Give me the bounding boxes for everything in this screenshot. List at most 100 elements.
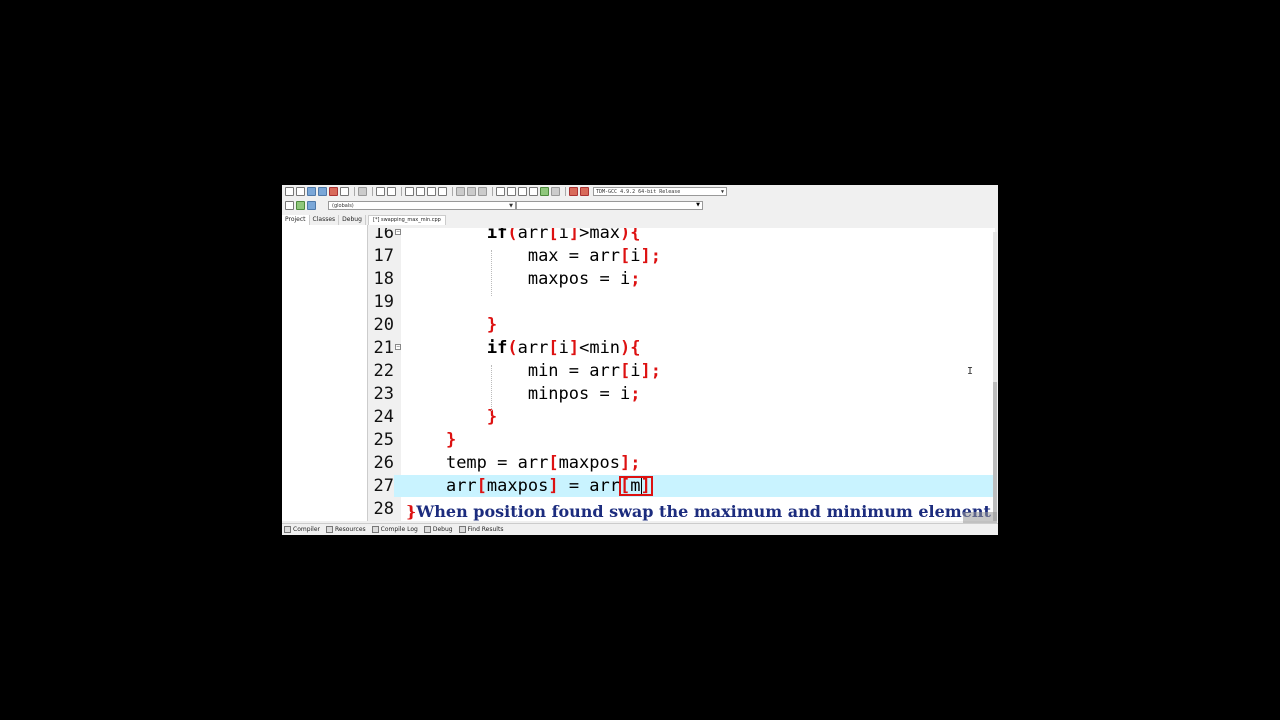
code-identifier: max = arr (527, 246, 620, 266)
run-icon[interactable] (507, 187, 516, 196)
toolbar-divider (492, 187, 493, 196)
scope-select-value: (globals) (332, 203, 354, 209)
code-symbol: ; (630, 269, 641, 289)
code-symbol: ] (568, 228, 580, 243)
bookmark-icon[interactable] (478, 187, 487, 196)
stop-execution-icon[interactable] (551, 187, 560, 196)
toggle-bookmark-icon[interactable] (296, 201, 305, 210)
compiler-select[interactable]: TDM-GCC 4.9.2 64-bit Release ▼ (593, 187, 727, 196)
syntax-check-icon[interactable] (540, 187, 549, 196)
compile-log-icon (371, 526, 379, 533)
tab-project[interactable]: Project (282, 215, 310, 225)
code-line[interactable]: 25 } (368, 429, 995, 451)
tab-find-results-label: Find Results (467, 526, 504, 533)
toolbar-divider (565, 187, 566, 196)
fold-toggle-icon[interactable]: − (395, 229, 401, 235)
code-identifier: >max (579, 228, 621, 243)
editor-file-tab[interactable]: [*] swapping_max_min.cpp (368, 215, 446, 225)
code-text: if(arr[i]<min){ (405, 337, 641, 359)
code-line[interactable]: 26 temp = arr[maxpos]; (368, 452, 995, 474)
code-symbol: [ (548, 453, 559, 473)
replace-icon[interactable] (416, 187, 425, 196)
save-all-icon[interactable] (318, 187, 327, 196)
compile-run-icon[interactable] (518, 187, 527, 196)
vertical-scrollbar[interactable] (993, 232, 997, 521)
member-select[interactable]: ▼ (516, 201, 703, 210)
undo-icon[interactable] (376, 187, 385, 196)
code-line[interactable]: 16− if(arr[i]>max){ (368, 228, 995, 244)
side-panel-tabs: Project Classes Debug (282, 215, 366, 225)
tab-find-results[interactable]: Find Results (458, 526, 504, 533)
save-icon[interactable] (307, 187, 316, 196)
rebuild-all-icon[interactable] (529, 187, 538, 196)
code-identifier: minpos = i (527, 384, 631, 404)
fold-toggle-icon[interactable]: − (395, 344, 401, 350)
code-identifier: temp = arr (445, 453, 549, 473)
scope-select[interactable]: (globals) ▼ (328, 201, 516, 210)
compile-icon[interactable] (496, 187, 505, 196)
open-file-icon[interactable] (296, 187, 305, 196)
code-symbol: [ (619, 246, 631, 266)
code-keyword: if (486, 338, 508, 358)
line-number: 16 (373, 228, 394, 243)
line-number: 23 (373, 384, 394, 404)
current-code-line[interactable]: 27 arr[maxpos] = arr[m] (368, 475, 995, 497)
forward-icon[interactable] (467, 187, 476, 196)
code-symbol: ] (568, 338, 580, 358)
resources-icon (326, 526, 334, 533)
goto-bookmark-icon[interactable] (307, 201, 316, 210)
code-symbol: ){ (620, 228, 641, 243)
new-file-icon[interactable] (285, 187, 294, 196)
goto-line-icon[interactable] (438, 187, 447, 196)
code-editor[interactable]: 16− if(arr[i]>max){17 max = arr[i]; 18 ma… (368, 228, 995, 521)
code-line[interactable]: 19 (368, 291, 995, 313)
bottom-panel-tabs: Compiler Resources Compile Log Debug Fin… (282, 523, 998, 535)
tab-debug[interactable]: Debug (339, 215, 366, 225)
debug-icon[interactable] (580, 187, 589, 196)
redo-icon[interactable] (387, 187, 396, 196)
code-text: max = arr[i]; (405, 245, 661, 267)
code-symbol: ){ (620, 338, 641, 358)
code-symbol: ] (548, 476, 559, 496)
tab-compile-log[interactable]: Compile Log (371, 526, 418, 533)
print-icon[interactable] (358, 187, 367, 196)
find-results-icon (458, 526, 466, 533)
code-symbol: [ (476, 476, 487, 496)
project-browser[interactable] (282, 225, 368, 521)
find-icon[interactable] (405, 187, 414, 196)
insert-icon[interactable] (285, 201, 294, 210)
secondary-toolbar: (globals) ▼ ▼ (282, 199, 998, 212)
code-line[interactable]: 23 minpos = i; (368, 383, 995, 405)
close-all-icon[interactable] (340, 187, 349, 196)
code-identifier: min = arr (527, 361, 620, 381)
line-number: 17 (373, 246, 394, 266)
code-identifier: <min (579, 338, 621, 358)
code-line[interactable]: 17 max = arr[i]; (368, 245, 995, 267)
code-line[interactable]: 20 } (368, 314, 995, 336)
code-symbol: ]; (640, 246, 661, 266)
code-text: } (405, 314, 497, 336)
tab-resources[interactable]: Resources (326, 526, 366, 533)
code-symbol: } (486, 315, 498, 335)
code-line[interactable]: 21− if(arr[i]<min){ (368, 337, 995, 359)
code-text: } (405, 429, 456, 451)
video-caption: }When position found swap the maximum an… (406, 502, 991, 522)
tab-compile-log-label: Compile Log (380, 526, 418, 533)
line-number: 26 (373, 453, 394, 473)
line-number: 28 (373, 499, 394, 519)
profile-icon[interactable] (569, 187, 578, 196)
code-identifier: maxpos (486, 476, 549, 496)
back-icon[interactable] (456, 187, 465, 196)
code-identifier: i (630, 246, 641, 266)
tab-debug-output[interactable]: Debug (423, 526, 453, 533)
scrollbar-thumb[interactable] (993, 382, 997, 521)
tab-compiler[interactable]: Compiler (284, 526, 320, 533)
tab-classes[interactable]: Classes (309, 215, 340, 225)
close-file-icon[interactable] (329, 187, 338, 196)
code-line[interactable]: 22 min = arr[i]; (368, 360, 995, 382)
code-symbol: [ (619, 361, 631, 381)
code-line[interactable]: 18 maxpos = i; (368, 268, 995, 290)
find-next-icon[interactable] (427, 187, 436, 196)
code-text: maxpos = i; (405, 268, 641, 290)
code-line[interactable]: 24 } (368, 406, 995, 428)
